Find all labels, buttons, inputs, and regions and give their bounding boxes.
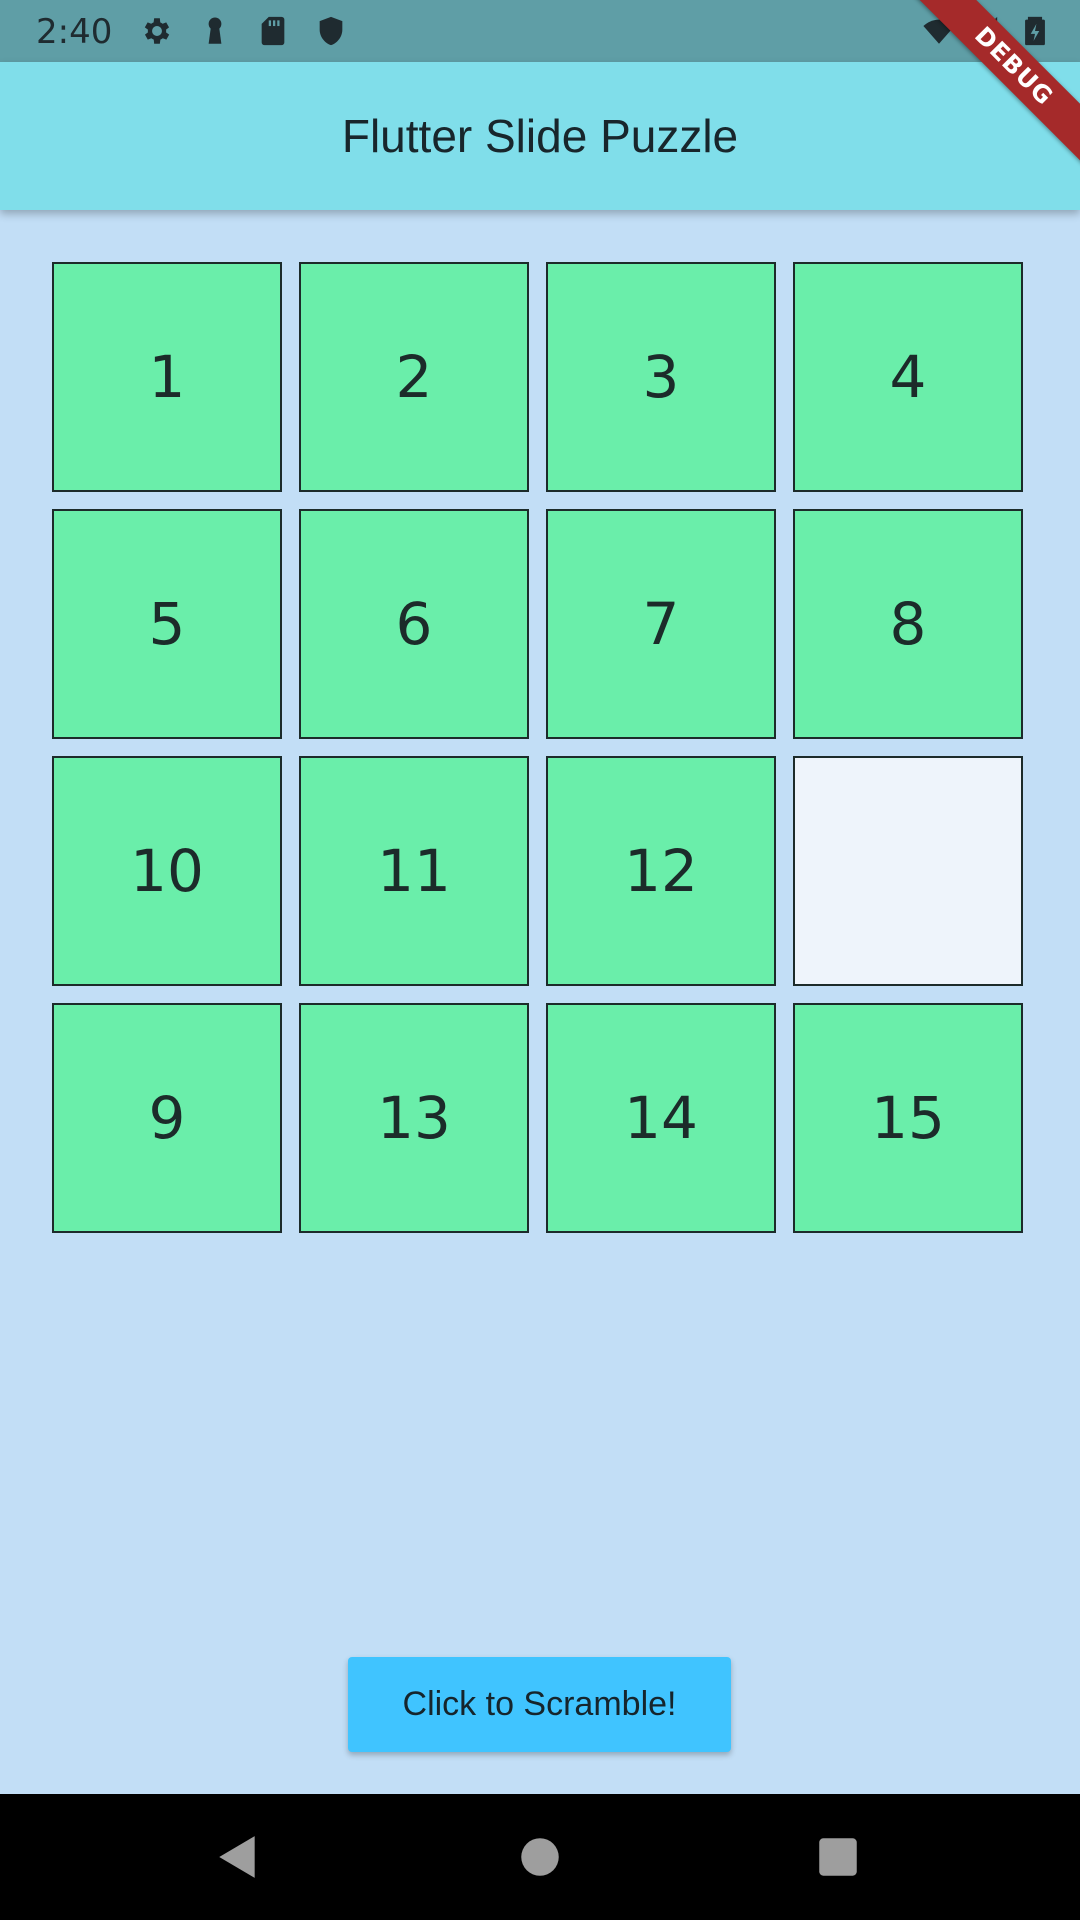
app-bar: Flutter Slide Puzzle — [0, 62, 1080, 210]
home-icon[interactable] — [515, 1832, 565, 1882]
page-title: Flutter Slide Puzzle — [341, 110, 739, 162]
status-bar: 2:40 — [0, 0, 1080, 62]
puzzle-tile[interactable]: 10 — [52, 756, 282, 986]
keyhole-icon — [198, 14, 232, 48]
puzzle-tile[interactable]: 11 — [299, 756, 529, 986]
puzzle-tile[interactable]: 13 — [299, 1003, 529, 1233]
sd-card-icon — [256, 14, 290, 48]
recents-icon[interactable] — [813, 1832, 863, 1882]
puzzle-tile[interactable]: 15 — [793, 1003, 1023, 1233]
battery-icon — [1018, 14, 1052, 48]
puzzle-tile[interactable]: 1 — [52, 262, 282, 492]
scramble-button[interactable]: Click to Scramble! — [348, 1657, 731, 1752]
puzzle-tile[interactable]: 9 — [52, 1003, 282, 1233]
puzzle-tile[interactable]: 7 — [546, 509, 776, 739]
navigation-bar — [0, 1794, 1080, 1920]
empty-tile[interactable] — [793, 756, 1023, 986]
puzzle-tile[interactable]: 14 — [546, 1003, 776, 1233]
puzzle-tile[interactable]: 5 — [52, 509, 282, 739]
puzzle-board: 1 2 3 4 5 6 7 8 10 11 12 9 13 14 15 — [52, 262, 1028, 1238]
puzzle-tile[interactable]: 8 — [793, 509, 1023, 739]
puzzle-tile[interactable]: 4 — [793, 262, 1023, 492]
puzzle-tile[interactable]: 6 — [299, 509, 529, 739]
gear-icon — [140, 14, 174, 48]
puzzle-tile[interactable]: 12 — [546, 756, 776, 986]
puzzle-tile[interactable]: 2 — [299, 262, 529, 492]
back-icon[interactable] — [213, 1832, 263, 1882]
shield-icon — [314, 14, 348, 48]
puzzle-tile[interactable]: 3 — [546, 262, 776, 492]
status-time: 2:40 — [36, 12, 113, 52]
